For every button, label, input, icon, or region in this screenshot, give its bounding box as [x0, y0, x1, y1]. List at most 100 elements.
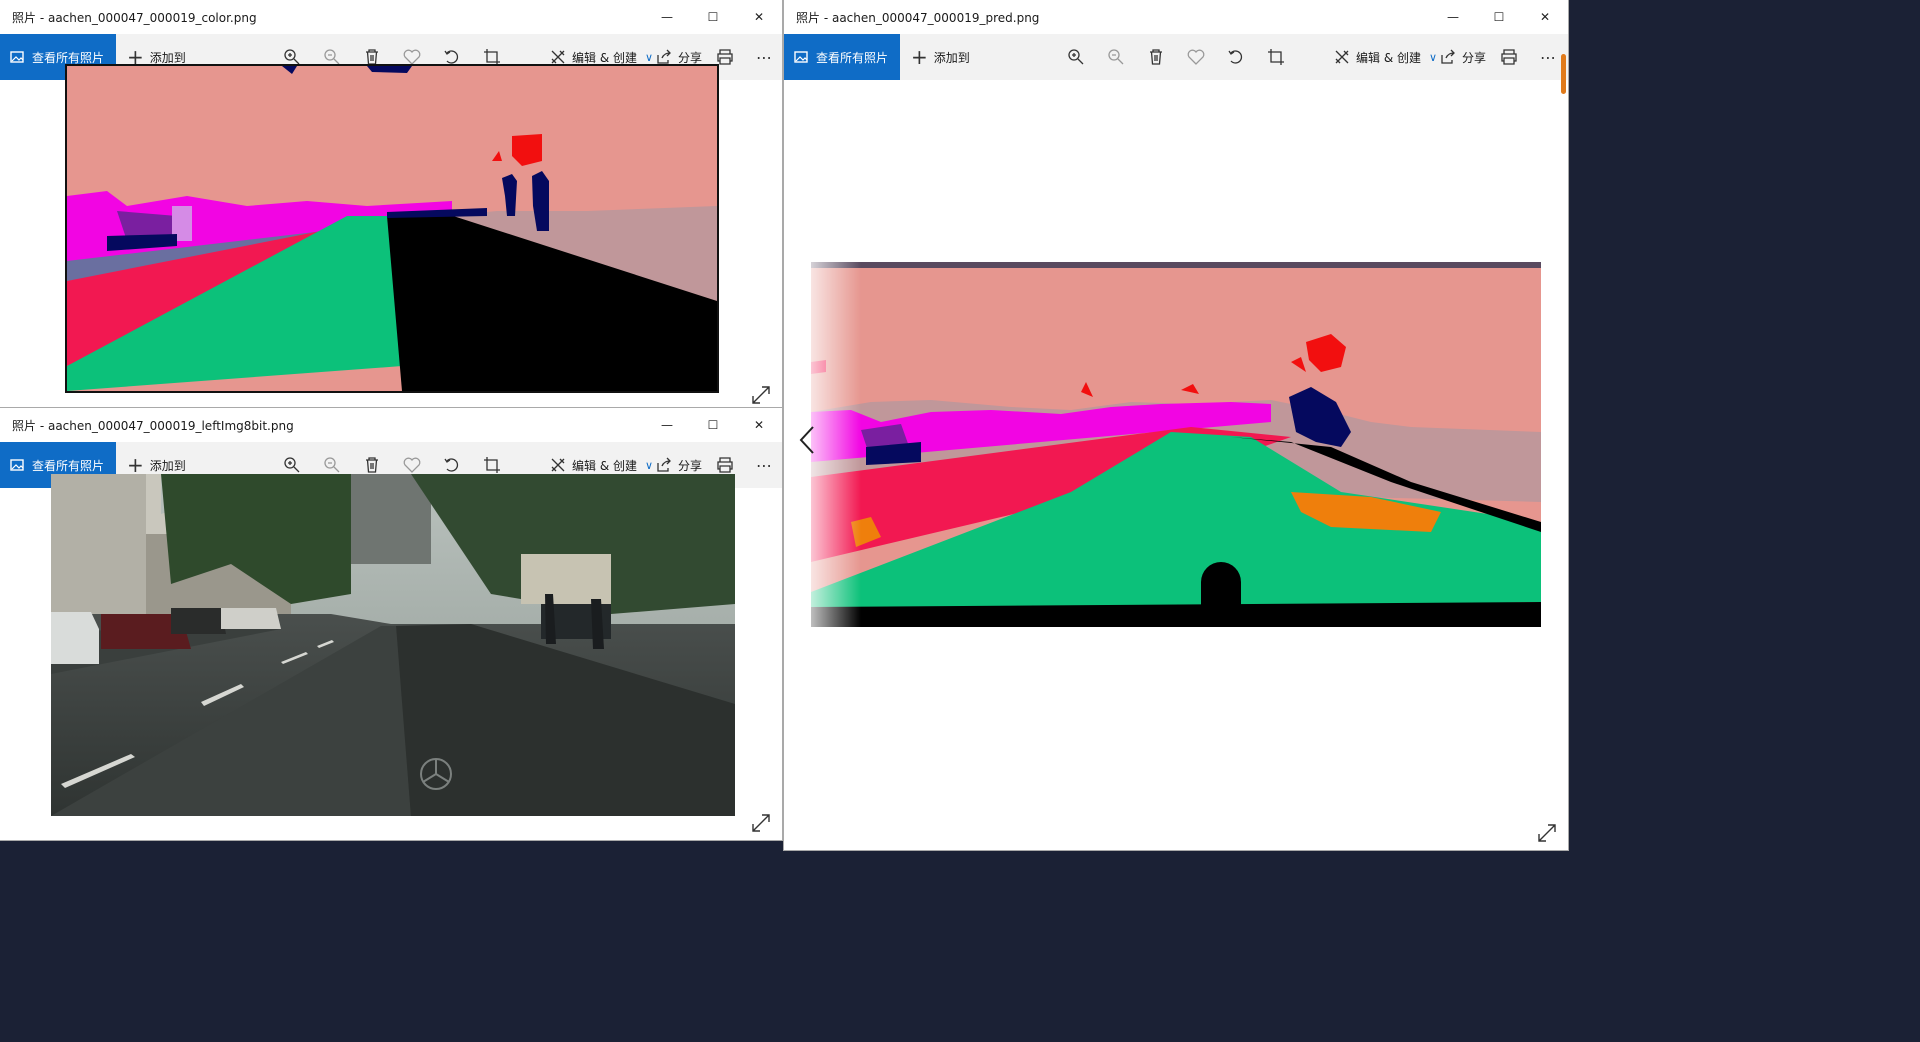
share-label: 分享 [678, 458, 703, 473]
rotate-icon [444, 458, 459, 472]
rotate-icon [444, 50, 459, 64]
minimize-button[interactable]: — [1430, 0, 1476, 34]
plus-icon: + [127, 453, 144, 477]
favorite-icon [1187, 49, 1205, 65]
add-to-button[interactable]: + 添加到 [911, 34, 970, 80]
close-button[interactable]: ✕ [736, 0, 782, 34]
prediction-graphic [811, 262, 1541, 627]
chevron-down-icon: ∨ [645, 458, 654, 472]
plus-icon: + [911, 45, 928, 69]
zoom-in-icon [284, 49, 300, 65]
expand-icon[interactable] [750, 812, 772, 834]
view-all-photos-button[interactable]: 查看所有照片 [784, 34, 900, 80]
toolbar: 查看所有照片 + 添加到 编辑 & 创建 ∨ 分享 ⋯ [784, 34, 1568, 80]
window-left-image[interactable]: 照片 - aachen_000047_000019_leftImg8bit.pn… [0, 408, 782, 840]
view-all-photos-label: 查看所有照片 [816, 50, 889, 65]
chevron-down-icon: ∨ [645, 50, 654, 64]
edit-create-button[interactable]: 编辑 & 创建 ∨ [1334, 34, 1437, 80]
title-bar[interactable]: 照片 - aachen_000047_000019_leftImg8bit.pn… [0, 408, 782, 442]
scrollbar[interactable] [1561, 54, 1566, 94]
favorite-icon [403, 49, 421, 65]
predicted-segmentation-image [811, 262, 1541, 627]
zoom-out-icon [324, 457, 340, 473]
share-icon [657, 49, 671, 64]
chevron-down-icon: ∨ [1429, 50, 1438, 64]
photos-icon [794, 51, 808, 63]
close-button[interactable]: ✕ [1522, 0, 1568, 34]
share-icon [657, 457, 671, 472]
crop-button[interactable] [1258, 34, 1294, 80]
zoom-out-button[interactable] [1098, 34, 1134, 80]
more-icon: ⋯ [1540, 47, 1556, 67]
zoom-out-icon [324, 49, 340, 65]
print-button[interactable] [1491, 34, 1527, 80]
zoom-in-button[interactable] [1058, 34, 1094, 80]
maximize-button[interactable]: ☐ [690, 408, 736, 442]
photos-icon [10, 459, 24, 471]
zoom-in-icon [1068, 49, 1084, 65]
minimize-button[interactable]: — [644, 0, 690, 34]
rotate-icon [1228, 50, 1243, 64]
zoom-in-icon [284, 457, 300, 473]
add-to-label: 添加到 [149, 50, 186, 65]
view-all-photos-label: 查看所有照片 [32, 458, 105, 473]
delete-icon [1150, 49, 1162, 65]
edit-create-label: 编辑 & 创建 [572, 458, 637, 473]
edit-create-label: 编辑 & 创建 [572, 50, 637, 65]
title-bar[interactable]: 照片 - aachen_000047_000019_color.png — ☐ … [0, 0, 782, 34]
close-icon: ✕ [1539, 10, 1551, 24]
window-pred[interactable]: 照片 - aachen_000047_000019_pred.png — ☐ ✕… [784, 0, 1568, 850]
more-button[interactable]: ⋯ [746, 442, 782, 488]
maximize-icon: ☐ [707, 10, 719, 24]
crop-icon [484, 49, 500, 65]
delete-button[interactable] [1138, 34, 1174, 80]
edit-create-label: 编辑 & 创建 [1356, 50, 1421, 65]
add-to-label: 添加到 [933, 50, 970, 65]
edit-icon [551, 50, 565, 64]
color-segmentation-image [67, 66, 717, 391]
window-title: 照片 - aachen_000047_000019_leftImg8bit.pn… [12, 419, 294, 433]
maximize-icon: ☐ [707, 418, 719, 432]
close-icon: ✕ [753, 10, 765, 24]
previous-image-button[interactable] [792, 420, 822, 460]
delete-icon [366, 49, 378, 65]
plus-icon: + [127, 45, 144, 69]
favorite-icon [403, 457, 421, 473]
edit-icon [1335, 50, 1349, 64]
image-viewer[interactable] [784, 54, 1568, 850]
expand-icon[interactable] [1536, 822, 1558, 844]
share-button[interactable]: 分享 [1440, 34, 1486, 80]
zoom-out-icon [1108, 49, 1124, 65]
title-bar[interactable]: 照片 - aachen_000047_000019_pred.png — ☐ ✕ [784, 0, 1568, 34]
image-viewer[interactable] [0, 474, 782, 840]
close-button[interactable]: ✕ [736, 408, 782, 442]
image-viewer[interactable] [0, 66, 782, 408]
favorite-button[interactable] [1178, 34, 1214, 80]
crop-icon [1268, 49, 1284, 65]
view-all-photos-label: 查看所有照片 [32, 50, 105, 65]
add-to-label: 添加到 [149, 458, 186, 473]
window-color[interactable]: 照片 - aachen_000047_000019_color.png — ☐ … [0, 0, 782, 408]
expand-icon[interactable] [750, 384, 772, 406]
minimize-icon: — [661, 10, 673, 24]
close-icon: ✕ [753, 418, 765, 432]
minimize-icon: — [1447, 10, 1459, 24]
minimize-button[interactable]: — [644, 408, 690, 442]
maximize-button[interactable]: ☐ [1476, 0, 1522, 34]
print-icon [1501, 49, 1517, 65]
maximize-button[interactable]: ☐ [690, 0, 736, 34]
window-title: 照片 - aachen_000047_000019_color.png [12, 11, 257, 25]
print-icon [717, 49, 733, 65]
street-photo-image [51, 474, 735, 816]
delete-icon [366, 457, 378, 473]
crop-icon [484, 457, 500, 473]
minimize-icon: — [661, 418, 673, 432]
more-icon: ⋯ [756, 47, 772, 67]
more-icon: ⋯ [756, 455, 772, 475]
edit-icon [551, 458, 565, 472]
window-title: 照片 - aachen_000047_000019_pred.png [796, 11, 1040, 25]
rotate-button[interactable] [1218, 34, 1254, 80]
more-button[interactable]: ⋯ [746, 34, 782, 80]
photos-icon [10, 51, 24, 63]
prev-arrow-icon [799, 426, 814, 454]
